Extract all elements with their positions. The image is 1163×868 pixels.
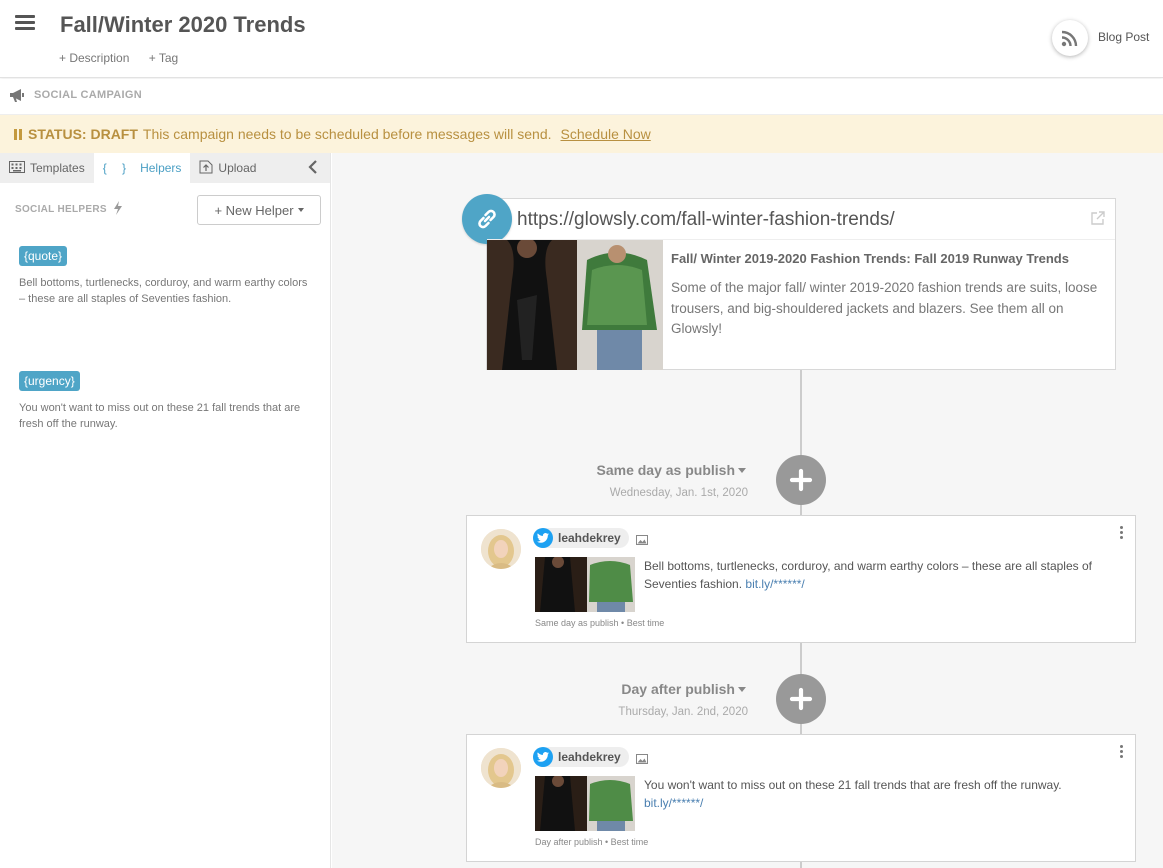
short-link[interactable]: bit.ly/******/ (745, 577, 804, 591)
pause-icon (14, 128, 22, 140)
link-title: Fall/ Winter 2019-2020 Fashion Trends: F… (671, 251, 1069, 266)
scheduled-post-card[interactable]: leahdekrey Bell bottoms, turtlenecks, co… (466, 515, 1136, 643)
day-date: Wednesday, Jan. 1st, 2020 (609, 487, 748, 499)
image-icon[interactable] (636, 751, 648, 769)
post-image-thumbnail[interactable] (535, 776, 635, 831)
status-label: STATUS: DRAFT (28, 126, 138, 142)
tab-templates-label: Templates (30, 161, 85, 175)
post-meta: Same day as publish • Best time (535, 618, 665, 628)
rss-icon[interactable] (1052, 20, 1088, 56)
header-links: + Description + Tag (59, 51, 194, 65)
megaphone-icon (9, 89, 27, 108)
day-selector[interactable]: Day after publish (446, 681, 746, 699)
helper-tag-chip[interactable]: {urgency} (19, 371, 80, 391)
add-description-link[interactable]: + Description (59, 51, 129, 65)
fashion-preview-image (487, 238, 663, 370)
caret-down-icon (738, 687, 746, 693)
sidebar-tabs: Templates { } Helpers Upload (0, 153, 330, 183)
helper-text: You won't want to miss out on these 21 f… (19, 402, 301, 430)
link-preview-card[interactable]: https://glowsly.com/fall-winter-fashion-… (462, 194, 1116, 370)
scheduled-post-card[interactable]: leahdekrey You won't want to miss out on… (466, 734, 1136, 862)
add-message-button[interactable] (776, 674, 826, 724)
account-chip[interactable]: leahdekrey (533, 747, 629, 767)
day-selector[interactable]: Same day as publish (446, 462, 746, 480)
twitter-icon (533, 528, 553, 548)
post-message: You won't want to miss out on these 21 f… (644, 778, 1062, 792)
post-meta: Day after publish • Best time (535, 837, 649, 847)
plus-icon (789, 687, 813, 711)
social-helpers-heading: SOCIAL HELPERS (15, 201, 123, 218)
tab-templates[interactable]: Templates (0, 153, 94, 183)
content-type-label: Blog Post (1098, 30, 1150, 44)
social-helpers-label: SOCIAL HELPERS (15, 204, 107, 215)
account-chip[interactable]: leahdekrey (533, 528, 629, 548)
schedule-day-2: Day after publish Thursday, Jan. 2nd, 20… (446, 681, 748, 718)
caret-down-icon (297, 208, 304, 212)
chevron-left-icon[interactable] (308, 160, 318, 177)
post-image-thumbnail[interactable] (535, 557, 635, 612)
status-banner: STATUS: DRAFT This campaign needs to be … (0, 115, 1163, 153)
tab-upload[interactable]: Upload (190, 153, 265, 183)
section-label: SOCIAL CAMPAIGN (34, 89, 142, 101)
link-url: https://glowsly.com/fall-winter-fashion-… (517, 209, 895, 230)
app-header: Fall/Winter 2020 Trends + Description + … (0, 0, 1163, 78)
braces-icon: { } (102, 161, 133, 175)
external-link-icon[interactable] (1091, 211, 1105, 230)
schedule-day-1: Same day as publish Wednesday, Jan. 1st,… (446, 462, 749, 499)
short-link[interactable]: bit.ly/******/ (644, 796, 703, 810)
upload-icon (199, 160, 213, 177)
avatar (481, 748, 521, 788)
link-icon (462, 194, 512, 244)
plus-icon (789, 468, 813, 492)
tab-helpers[interactable]: { } Helpers (93, 153, 191, 183)
section-bar: SOCIAL CAMPAIGN (0, 79, 1163, 115)
helper-text: Bell bottoms, turtlenecks, corduroy, and… (19, 277, 308, 305)
post-text: Bell bottoms, turtlenecks, corduroy, and… (644, 557, 1114, 593)
menu-icon[interactable] (15, 15, 35, 31)
new-helper-label: + New Helper (214, 202, 294, 218)
sidebar: Templates { } Helpers Upload SOCIAL HELP… (0, 153, 331, 868)
schedule-now-link[interactable]: Schedule Now (561, 126, 651, 142)
more-options-icon[interactable] (1120, 745, 1123, 758)
account-name: leahdekrey (558, 750, 621, 764)
day-name: Day after publish (621, 681, 735, 697)
add-message-button[interactable] (776, 455, 826, 505)
link-description: Some of the major fall/ winter 2019-2020… (671, 280, 1098, 336)
status-message: This campaign needs to be scheduled befo… (142, 126, 552, 142)
page-title: Fall/Winter 2020 Trends (60, 12, 306, 37)
campaign-timeline: https://glowsly.com/fall-winter-fashion-… (332, 153, 1163, 868)
keyboard-icon (9, 160, 25, 176)
caret-down-icon (738, 468, 746, 474)
image-icon[interactable] (636, 532, 648, 550)
more-options-icon[interactable] (1120, 526, 1123, 539)
twitter-icon (533, 747, 553, 767)
helper-item: {quote} Bell bottoms, turtlenecks, cordu… (19, 246, 309, 307)
add-tag-link[interactable]: + Tag (149, 51, 178, 65)
tab-upload-label: Upload (218, 161, 257, 175)
tab-helpers-label: Helpers (140, 161, 182, 175)
new-helper-button[interactable]: + New Helper (197, 195, 321, 225)
day-date: Thursday, Jan. 2nd, 2020 (618, 706, 748, 718)
post-text: You won't want to miss out on these 21 f… (644, 776, 1114, 812)
day-name: Same day as publish (596, 462, 736, 478)
helper-tag-chip[interactable]: {quote} (19, 246, 68, 266)
helper-item: {urgency} You won't want to miss out on … (19, 371, 309, 432)
avatar (481, 529, 521, 569)
post-message: Bell bottoms, turtlenecks, corduroy, and… (644, 559, 1092, 591)
account-name: leahdekrey (558, 531, 621, 545)
lightning-icon (113, 201, 123, 218)
